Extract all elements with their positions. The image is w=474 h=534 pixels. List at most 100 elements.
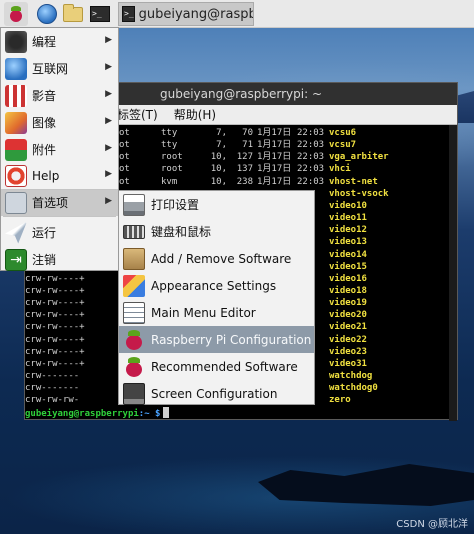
terminal-dev: video23 — [329, 346, 367, 357]
terminal-dev: video11 — [329, 213, 367, 224]
submenu-item-main-menu-editor[interactable]: Main Menu Editor — [119, 299, 314, 326]
terminal-dev: vhci — [329, 164, 351, 175]
text-cursor — [163, 407, 170, 418]
terminal-perm: crw-rw----+ — [25, 322, 85, 333]
terminal-dev: vcsu7 — [329, 140, 357, 151]
prompt-user: gubeiyang@raspberrypi — [25, 409, 139, 419]
terminal-dev: video18 — [329, 285, 367, 296]
menu-item-label: 影音 — [32, 89, 57, 103]
submenu-item-label: Raspberry Pi Configuration — [151, 332, 312, 347]
submenu-item-print-settings[interactable]: 打印设置 — [119, 191, 314, 218]
menu-item-sound-video[interactable]: 影音 ▶ — [1, 82, 118, 109]
terminal-time: 22:03 — [297, 140, 325, 151]
terminal-scrollbar[interactable] — [449, 125, 457, 421]
raspberry-pi-icon — [9, 6, 23, 22]
terminal-dev: video14 — [329, 249, 367, 260]
terminal-perm: crw------- — [25, 383, 80, 394]
terminal-dev: video20 — [329, 310, 367, 321]
menu-item-graphics[interactable]: 图像 ▶ — [1, 109, 118, 136]
file-manager-launcher[interactable] — [61, 2, 85, 26]
submenu-item-keyboard-mouse[interactable]: 键盘和鼠标 — [119, 218, 314, 245]
terminal-dev: vhost-vsock — [329, 188, 389, 199]
menu-item-label: 附件 — [32, 143, 57, 157]
menu-item-run[interactable]: 运行 — [1, 219, 118, 246]
terminal-dev: video15 — [329, 261, 367, 272]
submenu-item-appearance-settings[interactable]: Appearance Settings — [119, 272, 314, 299]
taskbar-terminal-window[interactable]: >_ gubeiyang@raspberr — [118, 2, 254, 26]
menu-item-label: 运行 — [32, 226, 57, 240]
menu-item-internet[interactable]: 互联网 ▶ — [1, 55, 118, 82]
terminal-grp: tty — [161, 140, 178, 151]
application-menu: 编程 ▶ 互联网 ▶ 影音 ▶ 图像 ▶ 附件 ▶ Help ▶ 首选项 ▶ 运行 ⇥ 注销 — [0, 27, 119, 271]
terminal-icon: >_ — [122, 6, 135, 22]
keyboard-mouse-icon — [123, 224, 145, 239]
menu-item-label: 编程 — [32, 35, 57, 49]
menu-help[interactable]: 帮助(H) — [174, 106, 216, 123]
programming-icon — [5, 30, 27, 53]
sound-video-icon — [5, 84, 27, 107]
submenu-item-recommended-software[interactable]: Recommended Software — [119, 353, 314, 380]
watermark: CSDN @顾北洋 — [396, 519, 468, 530]
menu-item-preferences[interactable]: 首选项 ▶ — [1, 189, 118, 216]
wallpaper-boat-silhouette — [258, 464, 474, 506]
submenu-item-screen-configuration[interactable]: Screen Configuration — [119, 380, 314, 407]
chevron-right-icon: ▶ — [105, 89, 112, 99]
main-menu-editor-icon — [123, 301, 145, 324]
print-settings-icon — [123, 193, 145, 216]
globe-icon — [37, 4, 57, 24]
browser-launcher[interactable] — [35, 2, 59, 26]
terminal-perm: crw-rw-rw- — [25, 395, 80, 406]
submenu-item-label: Screen Configuration — [151, 386, 278, 401]
run-icon — [5, 221, 27, 244]
submenu-item-label: Recommended Software — [151, 359, 298, 374]
menu-item-logout[interactable]: ⇥ 注销 — [1, 246, 118, 273]
terminal-dev: watchdog — [329, 371, 373, 381]
terminal-maj: 7, — [216, 140, 227, 151]
accessories-icon — [5, 138, 27, 161]
terminal-dev: video21 — [329, 322, 367, 333]
submenu-item-label: Add / Remove Software — [151, 251, 292, 266]
terminal-grp: tty — [161, 128, 178, 138]
graphics-icon — [5, 111, 27, 134]
chevron-right-icon: ▶ — [105, 62, 112, 72]
terminal-time: 22:03 — [297, 152, 325, 163]
terminal-grp: kvm — [161, 176, 178, 187]
terminal-time: 22:03 — [297, 176, 325, 187]
terminal-time: 22:03 — [297, 164, 325, 175]
terminal-perm: crw-rw----+ — [25, 334, 85, 345]
submenu-item-add-remove-software[interactable]: Add / Remove Software — [119, 245, 314, 272]
terminal-grp: root — [161, 152, 183, 163]
recommended-software-icon — [123, 356, 145, 378]
terminal-dev: video31 — [329, 358, 367, 369]
chevron-right-icon: ▶ — [105, 196, 112, 206]
terminal-dev: vga_arbiter — [329, 152, 389, 163]
terminal-perm: crw------- — [25, 371, 80, 381]
app-menu-button[interactable] — [4, 2, 28, 26]
folder-icon — [63, 3, 83, 22]
menu-item-programming[interactable]: 编程 ▶ — [1, 28, 118, 55]
menu-item-help[interactable]: Help ▶ — [1, 162, 118, 189]
submenu-item-label: Main Menu Editor — [151, 305, 256, 320]
terminal-min: 137 — [236, 164, 253, 175]
chevron-right-icon: ▶ — [105, 169, 112, 179]
menu-item-accessories[interactable]: 附件 ▶ — [1, 136, 118, 163]
terminal-dev: video13 — [329, 237, 367, 248]
terminal-date: 1月17日 — [257, 152, 292, 163]
terminal-min: 70 — [242, 128, 253, 138]
terminal-user: ot — [119, 140, 130, 151]
screen-configuration-icon — [123, 382, 145, 405]
terminal-user: ot — [119, 152, 130, 163]
terminal-dev: video19 — [329, 298, 367, 309]
terminal-maj: 10, — [210, 152, 227, 163]
chevron-right-icon: ▶ — [105, 116, 112, 126]
terminal-launcher[interactable]: >_ — [88, 2, 112, 26]
menu-tabs[interactable]: 标签(T) — [117, 106, 158, 123]
terminal-grp: root — [161, 164, 183, 175]
internet-icon — [5, 57, 27, 80]
add-remove-software-icon — [123, 247, 145, 270]
submenu-item-raspberry-pi[interactable]: Raspberry Pi Configuration — [119, 326, 314, 353]
help-icon — [5, 164, 27, 187]
menu-item-label: Help — [32, 168, 60, 183]
menu-item-label: 首选项 — [32, 196, 69, 210]
terminal-dev: watchdog0 — [329, 383, 378, 394]
